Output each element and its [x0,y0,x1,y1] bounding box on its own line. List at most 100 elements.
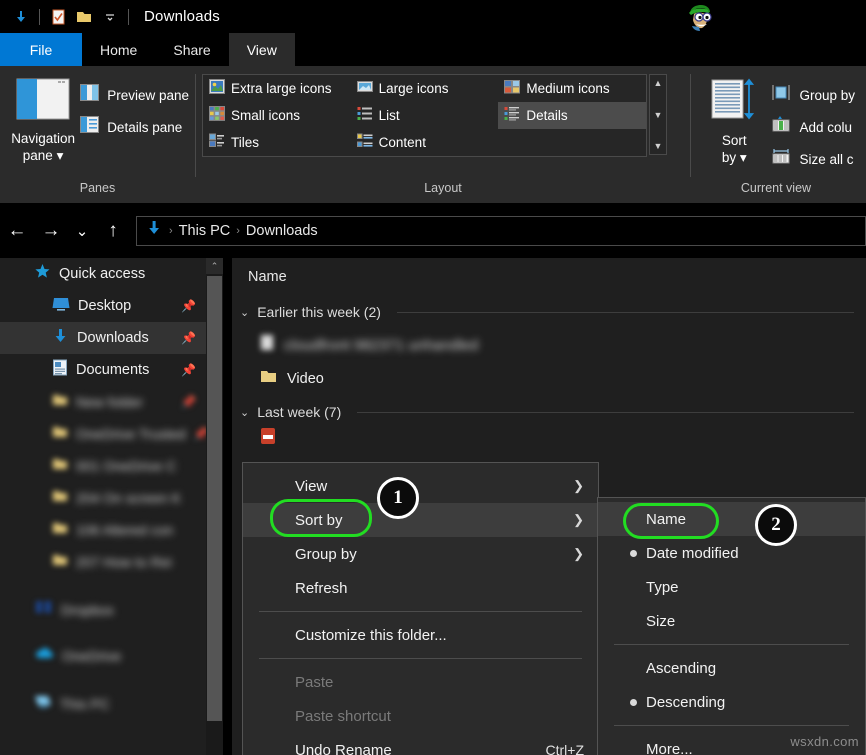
sort-option-size[interactable]: Size [598,604,865,638]
sort-option-type[interactable]: Type [598,570,865,604]
breadcrumb[interactable]: › This PC › Downloads [136,216,866,246]
recent-locations-button[interactable]: ⌄ [68,214,96,248]
pin-icon[interactable]: 📌 [181,395,196,409]
gallery-expand-icon[interactable]: ▼ [654,141,663,151]
properties-icon[interactable] [45,4,71,30]
navigation-pane-scrollbar[interactable]: ⌃ [206,258,223,755]
view-option-small-icons[interactable]: Small icons [203,102,351,129]
forward-button[interactable]: → [34,214,68,248]
divider [259,658,582,659]
navigation-pane-button[interactable]: Navigation pane ▾ [6,72,80,164]
view-option-large-icons[interactable]: Large icons [351,75,499,102]
quick-access-toolbar [0,4,134,30]
file-row[interactable]: cloudfront 982371 unhandled [232,328,866,362]
chevron-down-icon[interactable]: ⌄ [240,406,249,419]
chevron-down-icon[interactable]: ▾ [57,148,64,163]
scrollbar-thumb[interactable] [207,276,222,721]
context-menu-item-view[interactable]: View ❯ [243,469,598,503]
context-menu-item-sort-by[interactable]: Sort by ❯ [243,503,598,537]
extra-large-icons-icon [209,79,225,99]
breadcrumb-item-this-pc[interactable]: This PC [179,223,231,239]
file-row[interactable] [232,428,866,448]
sidebar-item-folder[interactable]: 204 On screen K [0,482,206,514]
context-menu-item-refresh[interactable]: Refresh [243,571,598,605]
tab-share[interactable]: Share [155,33,228,66]
sort-option-ascending[interactable]: Ascending [598,651,865,685]
new-folder-icon[interactable] [71,4,97,30]
add-columns-label: Add colu [799,120,852,135]
sidebar-item-documents[interactable]: Documents 📌 [0,354,206,386]
size-all-columns-button[interactable]: Size all c [771,148,855,170]
navigation-pane-icon [16,78,70,125]
sidebar-item-folder[interactable]: 207 How to Rei [0,546,206,578]
sort-option-descending[interactable]: Descending [598,685,865,719]
folder-icon [52,489,68,508]
divider [397,312,854,313]
sidebar-item-folder[interactable]: New folder 📌 [0,386,206,418]
view-option-content[interactable]: Content [351,129,499,156]
scroll-up-icon[interactable]: ⌃ [206,258,223,274]
tab-home[interactable]: Home [82,33,155,66]
scroll-down-icon[interactable]: ▼ [654,110,663,120]
sort-option-date-modified[interactable]: Date modified [598,536,865,570]
view-option-extra-large-icons[interactable]: Extra large icons [203,75,351,102]
pin-icon[interactable]: 📌 [181,331,196,345]
chevron-down-icon[interactable]: ▾ [740,150,747,165]
view-option-details[interactable]: Details [498,102,646,129]
avatar [682,2,726,32]
view-option-list[interactable]: List [351,102,499,129]
details-pane-button[interactable]: Details pane [80,116,189,138]
divider [259,611,582,612]
ribbon-group-current-view-label: Current view [691,181,861,203]
group-header-earlier-this-week[interactable]: ⌄ Earlier this week (2) [232,296,866,328]
navigation-pane-label-line2: pane [23,148,53,163]
group-header-last-week[interactable]: ⌄ Last week (7) [232,396,866,428]
chevron-right-icon: ❯ [573,478,584,494]
sort-by-button[interactable]: Sort by ▾ [697,72,771,166]
tab-view[interactable]: View [229,33,295,66]
group-by-button[interactable]: Group by [771,84,855,106]
pin-icon[interactable]: 📌 [181,299,196,313]
preview-pane-icon [80,84,99,106]
context-menu-item-customize-this-folder[interactable]: Customize this folder... [243,618,598,652]
view-option-medium-icons[interactable]: Medium icons [498,75,646,102]
tiles-view-icon [209,133,225,153]
back-button[interactable]: ← [0,214,34,248]
chevron-down-icon[interactable]: ⌄ [240,306,249,319]
sidebar-item-folder[interactable]: 106 Altered con [0,514,206,546]
sidebar-item-dropbox[interactable]: Dropbox [0,594,206,626]
sidebar-item-folder[interactable]: 001 OneDrive C [0,450,206,482]
preview-pane-button[interactable]: Preview pane [80,84,189,106]
context-menu-item-undo-rename[interactable]: Undo Rename Ctrl+Z [243,733,598,755]
download-arrow-icon[interactable] [8,4,34,30]
details-view-icon [504,106,520,126]
sidebar-item-downloads[interactable]: Downloads 📌 [0,322,206,354]
scroll-up-icon[interactable]: ▲ [654,78,663,88]
sort-option-name[interactable]: Name [598,502,865,536]
sidebar-item-onedrive[interactable]: OneDrive [0,640,206,672]
file-row[interactable]: Video [232,362,866,396]
column-header-name[interactable]: Name [248,269,287,285]
sidebar-item-quick-access[interactable]: Quick access [0,258,206,290]
folder-icon [52,425,68,444]
chevron-right-icon: ❯ [573,512,584,528]
window-title: Downloads [144,8,220,25]
file-name-label: Video [287,371,324,387]
small-icons-icon [209,106,225,126]
view-option-tiles[interactable]: Tiles [203,129,351,156]
pin-icon[interactable]: 📌 [181,363,196,377]
up-button[interactable]: ↑ [96,214,130,248]
sidebar-item-this-pc[interactable]: This PC [0,688,206,720]
layout-gallery-scrollbar[interactable]: ▲ ▼ ▼ [649,74,667,155]
tab-file[interactable]: File [0,33,82,66]
customize-qat-chevron-icon[interactable] [97,4,123,30]
pin-icon[interactable]: 📌 [194,427,206,441]
divider [39,9,40,25]
context-menu-item-paste-shortcut: Paste shortcut [243,699,598,733]
sidebar-item-folder[interactable]: OneDrive Trusted 📌 [0,418,206,450]
divider [357,412,854,413]
context-menu-item-group-by[interactable]: Group by ❯ [243,537,598,571]
breadcrumb-item-downloads[interactable]: Downloads [246,223,318,239]
sidebar-item-desktop[interactable]: Desktop 📌 [0,290,206,322]
add-columns-button[interactable]: Add colu [771,116,855,138]
